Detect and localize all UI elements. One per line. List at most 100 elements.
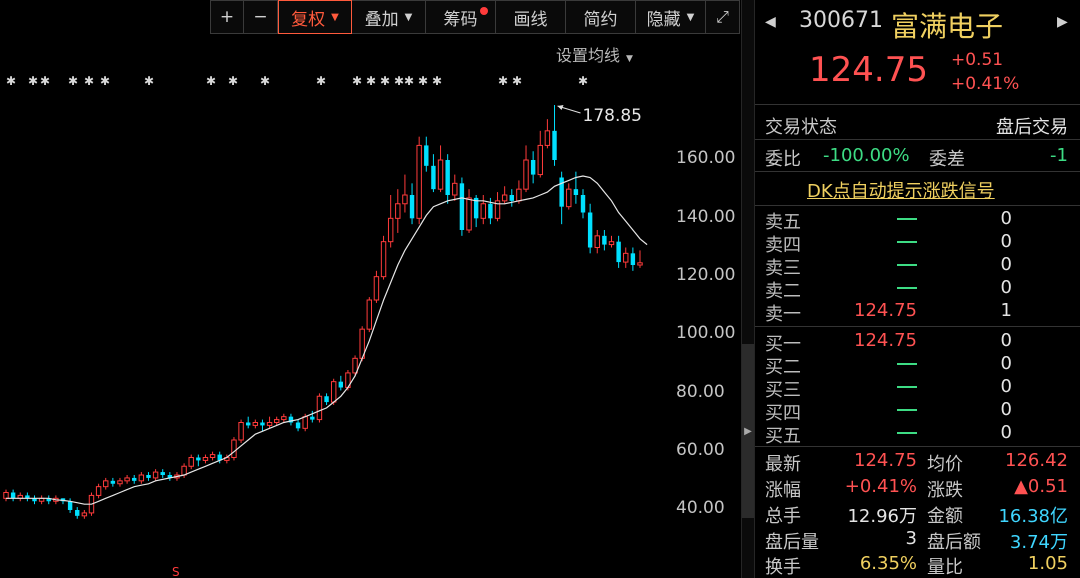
candle[interactable] [602,230,607,251]
candle[interactable] [587,203,593,254]
candle[interactable] [501,186,508,204]
candle[interactable] [480,195,486,225]
chips-button[interactable]: 筹码 [426,0,496,34]
order-book-row[interactable]: 卖五 0 [755,208,1080,233]
simple-mode-button[interactable]: 简约 [566,0,636,34]
event-marker-icon[interactable]: ✱ [40,74,50,88]
candle[interactable] [373,270,380,303]
candle[interactable] [138,472,145,484]
candle[interactable] [616,235,621,268]
event-marker-icon[interactable]: ✱ [316,74,326,88]
order-book-row[interactable]: 卖一 124.75 1 [755,300,1080,325]
event-marker-icon[interactable]: ✱ [394,74,404,88]
candle[interactable] [46,495,51,505]
candle[interactable] [559,171,564,225]
event-marker-icon[interactable]: ✱ [366,74,376,88]
event-marker-icon[interactable]: ✱ [404,74,414,88]
order-book-row[interactable]: 买五 0 [755,422,1080,447]
candle[interactable] [366,297,373,333]
order-book-row[interactable]: 买一 124.75 0 [755,330,1080,355]
candle[interactable] [402,174,408,213]
candle[interactable] [132,475,137,484]
candle[interactable] [630,247,636,271]
dk-signal-link[interactable]: DK点自动提示涨跌信号 [807,177,995,203]
candle[interactable] [623,247,629,268]
candle[interactable] [146,472,151,481]
candle[interactable] [580,189,586,219]
candle[interactable] [509,189,514,207]
candle[interactable] [573,171,579,204]
candle[interactable] [566,183,572,210]
candle[interactable] [431,154,436,193]
candle[interactable] [103,477,109,490]
event-marker-icon[interactable]: ✱ [144,74,154,88]
candle[interactable] [544,119,551,149]
event-marker-icon[interactable]: ✱ [432,74,442,88]
candle[interactable] [152,469,159,481]
candle[interactable] [594,230,600,254]
event-marker-icon[interactable]: ✱ [260,74,270,88]
candle[interactable] [110,477,116,487]
candle[interactable] [95,483,102,499]
candle[interactable] [445,154,450,204]
candle[interactable] [60,498,66,505]
candle[interactable] [17,492,23,502]
candle[interactable] [196,454,201,467]
candle[interactable] [38,495,45,505]
candle[interactable] [238,419,244,443]
event-marker-icon[interactable]: ✱ [84,74,94,88]
candle[interactable] [209,451,216,461]
signal-marker-icon[interactable]: S [172,565,180,578]
candle[interactable] [188,454,194,470]
candle[interactable] [202,454,209,464]
candle[interactable] [245,416,251,429]
collapse-panel-button[interactable]: ▶ [742,344,754,518]
candle[interactable] [387,195,394,248]
event-marker-icon[interactable]: ✱ [206,74,216,88]
event-marker-icon[interactable]: ✱ [498,74,508,88]
candle[interactable] [266,416,273,429]
next-stock-icon[interactable]: ▶ [1057,14,1068,30]
hide-button[interactable]: 隐藏 ▼ [636,0,706,34]
candle[interactable] [32,495,37,505]
candle[interactable] [81,510,88,519]
event-marker-icon[interactable]: ✱ [380,74,390,88]
draw-line-button[interactable]: 画线 [496,0,566,34]
event-marker-icon[interactable]: ✱ [100,74,110,88]
expand-button[interactable]: ⤢ [706,0,740,34]
event-marker-icon[interactable]: ✱ [228,74,238,88]
candle[interactable] [281,413,287,423]
candle[interactable] [416,136,422,225]
order-book-row[interactable]: 买二 0 [755,353,1080,378]
candle[interactable] [552,105,557,166]
candle[interactable] [231,437,237,461]
candlestick-chart[interactable]: 178.85✱ ✱ ✱ ✱ ✱ ✱ ✱ ✱ ✱ ✱ ✱ ✱ ✱ ✱ ✱ ✱ ✱ ✱ ✱ ✱ ✱S [0,60,665,578]
candle[interactable] [25,492,30,502]
candle[interactable] [10,489,16,502]
zoom-out-button[interactable]: − [244,0,278,34]
restore-rights-button[interactable]: 复权 ▼ [278,0,352,34]
candle[interactable] [252,419,259,429]
candle[interactable] [395,189,401,233]
candle[interactable] [380,235,387,280]
candle[interactable] [530,151,536,184]
candle[interactable] [117,477,123,487]
candle[interactable] [523,145,529,193]
candle[interactable] [608,235,615,248]
order-book-row[interactable]: 卖四 0 [755,231,1080,256]
order-book-row[interactable]: 卖三 0 [755,254,1080,279]
candle[interactable] [324,393,329,405]
event-marker-icon[interactable]: ✱ [512,74,522,88]
prev-stock-icon[interactable]: ◀ [765,14,776,30]
event-marker-icon[interactable]: ✱ [418,74,428,88]
candle[interactable] [437,145,444,193]
candle[interactable] [466,189,472,233]
candle[interactable] [637,250,643,268]
candle[interactable] [424,136,429,172]
candle[interactable] [338,375,344,391]
candle[interactable] [473,195,479,228]
candle[interactable] [295,419,301,432]
candle[interactable] [273,416,280,426]
candle[interactable] [3,489,9,502]
candle[interactable] [75,507,80,519]
